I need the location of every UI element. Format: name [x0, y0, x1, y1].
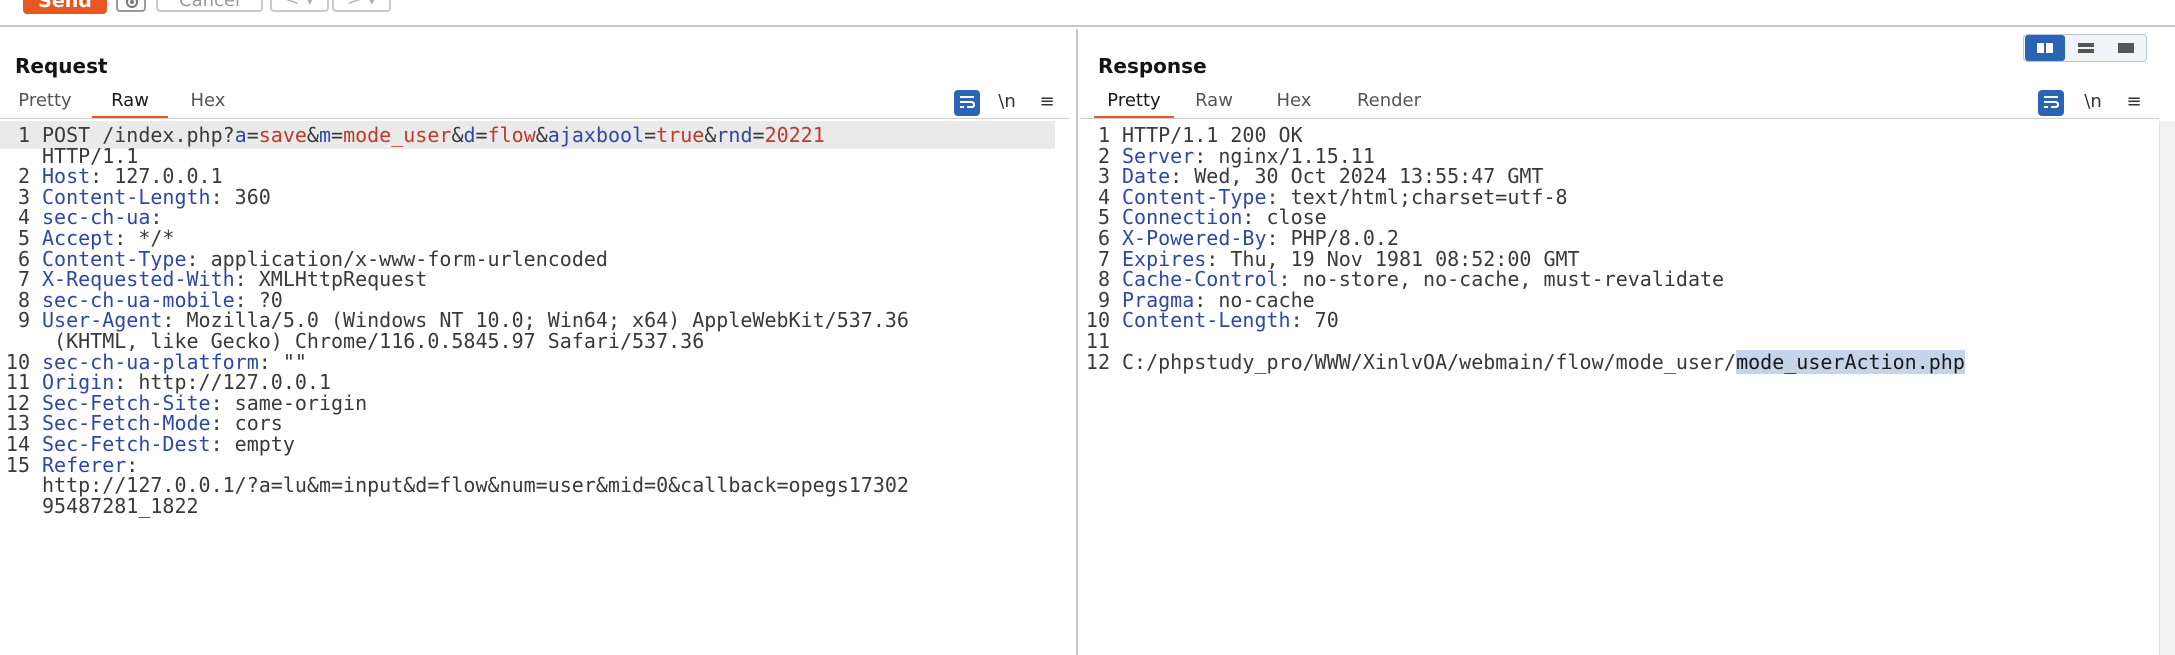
text-token: C:/phpstudy_pro/WWW/XinlvOA/webmain/flow… [1122, 349, 1737, 374]
response-tab-divider [1080, 118, 2159, 119]
wrap-lines-toggle[interactable] [954, 90, 980, 116]
tabbed-layout-button[interactable] [2106, 35, 2146, 61]
response-tab-raw[interactable]: Raw [1184, 91, 1244, 119]
request-tab-divider [0, 118, 1070, 119]
request-tabs: Pretty Raw Hex [0, 91, 1078, 119]
request-panel: Request Pretty Raw Hex \n ≡ 1 POST /index… [0, 29, 1078, 655]
newline-toggle[interactable]: \n [994, 90, 1020, 116]
request-tab-raw[interactable]: Raw [92, 91, 168, 119]
request-title: Request [15, 54, 108, 78]
response-editor[interactable]: 1 HTTP/1.1 200 OK 2 Server: nginx/1.15.11 3 D… [1080, 121, 2159, 655]
line-content: C:/phpstudy_pro/WWW/XinlvOA/webmain/flow… [1122, 348, 1965, 376]
menu-icon[interactable]: ≡ [1034, 90, 1060, 116]
layout-toggle [2023, 34, 2147, 62]
single-pane-icon [2118, 43, 2134, 53]
text-token: 95487281_1822 [42, 493, 199, 518]
request-tab-hex[interactable]: Hex [178, 91, 238, 119]
settings-button[interactable] [116, 0, 146, 12]
response-tab-hex[interactable]: Hex [1264, 91, 1324, 119]
response-title: Response [1098, 54, 1207, 78]
line-number: 12 [1085, 349, 1110, 374]
send-button[interactable]: Send [23, 0, 107, 14]
newline-toggle-response[interactable]: \n [2080, 90, 2106, 116]
history-back-button[interactable]: < ▾ [270, 0, 329, 12]
history-forward-button[interactable]: > ▾ [332, 0, 391, 12]
wrap-icon [960, 96, 975, 108]
response-panel: Response Pretty Raw Hex Render \n ≡ 1 HTT… [1080, 29, 2175, 655]
request-line: 95487281_1822 [0, 492, 1060, 520]
rows-icon [2078, 43, 2094, 53]
cancel-button[interactable]: Cancel [156, 0, 263, 12]
response-tabs: Pretty Raw Hex Render [1080, 91, 2175, 119]
request-tab-pretty[interactable]: Pretty [8, 91, 82, 119]
side-by-side-layout-button[interactable] [2025, 35, 2065, 61]
top-toolbar: Send Cancel < ▾ > ▾ [0, 0, 2175, 27]
stacked-layout-button[interactable] [2066, 35, 2106, 61]
response-tab-pretty[interactable]: Pretty [1094, 91, 1174, 119]
gear-icon [126, 0, 138, 8]
columns-icon [2037, 43, 2053, 53]
response-tab-render[interactable]: Render [1344, 91, 1434, 119]
selected-text: mode_userAction.php [1736, 349, 1965, 374]
menu-icon[interactable]: ≡ [2121, 90, 2147, 116]
line-content: 95487281_1822 [42, 492, 199, 520]
request-editor[interactable]: 1 POST /index.php?a=save&m=mode_user&d=fl… [0, 121, 1070, 655]
wrap-icon [2044, 96, 2059, 108]
vertical-scrollbar[interactable] [2159, 121, 2175, 655]
response-line: 12 C:/phpstudy_pro/WWW/XinlvOA/webmain/fl… [1080, 348, 2140, 376]
wrap-lines-toggle-response[interactable] [2038, 90, 2064, 116]
